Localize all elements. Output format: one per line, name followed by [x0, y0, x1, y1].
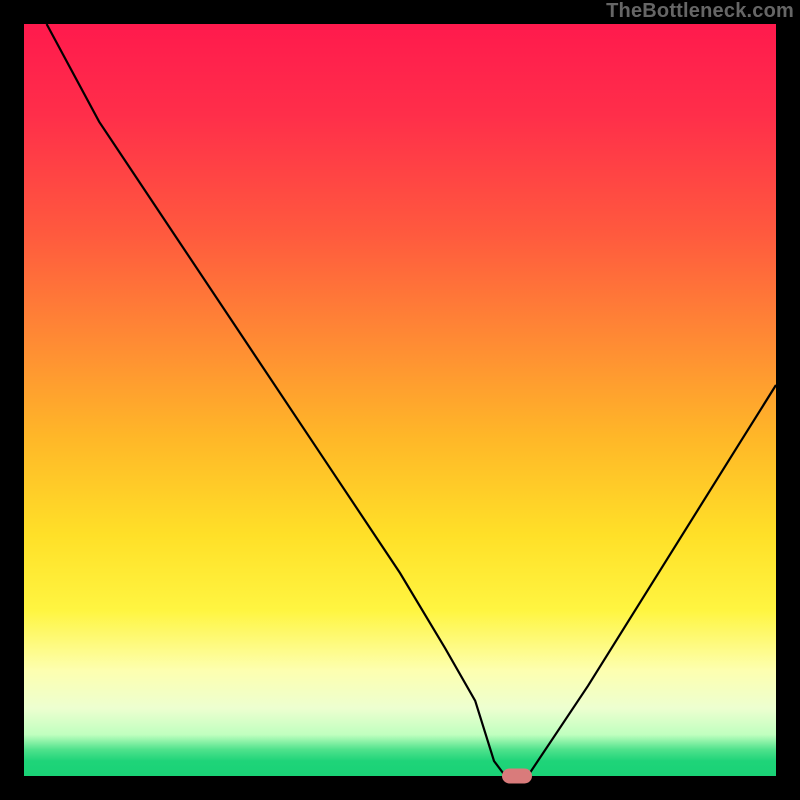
chart-plot-area	[24, 24, 776, 776]
bottleneck-curve	[24, 24, 776, 776]
attribution-label: TheBottleneck.com	[606, 0, 794, 23]
optimal-marker	[502, 769, 532, 784]
